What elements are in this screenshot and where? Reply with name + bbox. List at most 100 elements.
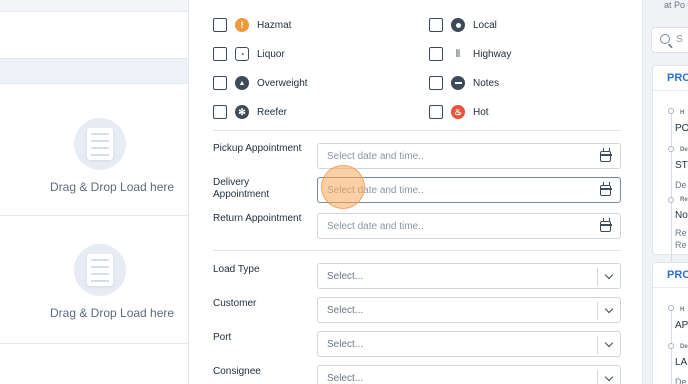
consignee-label: Consignee — [213, 366, 261, 377]
checkbox[interactable] — [213, 47, 227, 61]
card-row-label: H — [680, 307, 685, 313]
filter-overweight[interactable]: ▲ Overweight — [213, 76, 308, 90]
card-row-value: ST — [675, 160, 688, 171]
checkbox[interactable] — [429, 18, 443, 32]
consignee-select[interactable]: Select... — [317, 365, 621, 384]
port-select[interactable]: Select... — [317, 331, 621, 357]
filter-liquor[interactable]: ◔ Liquor — [213, 47, 285, 61]
pickup-appointment-input[interactable]: Select date and time.. — [317, 143, 621, 169]
left-section-band — [0, 58, 200, 84]
field-placeholder: Select date and time.. — [327, 221, 424, 232]
filter-label: Highway — [473, 48, 512, 60]
divider — [0, 215, 200, 216]
filter-label: Liquor — [257, 48, 285, 60]
filter-label: Reefer — [257, 106, 288, 118]
checkbox[interactable] — [429, 47, 443, 61]
reefer-icon: ✻ — [235, 105, 249, 119]
card-row-label: De — [680, 147, 688, 153]
return-appointment-input[interactable]: Select date and time.. — [317, 213, 621, 239]
click-indicator — [321, 165, 365, 209]
select-value: Select... — [327, 339, 364, 350]
chevron-down-icon[interactable] — [604, 270, 614, 280]
document-icon — [74, 118, 126, 170]
card-header: PRO — [653, 263, 688, 288]
timeline-line — [671, 112, 672, 262]
select-value: Select... — [327, 373, 364, 384]
search-placeholder: S — [676, 34, 683, 45]
timeline-dot — [668, 146, 674, 152]
select-value: Select... — [327, 271, 364, 282]
chevron-down-icon[interactable] — [604, 304, 614, 314]
filter-highway[interactable]: ⦀ Highway — [429, 47, 511, 61]
filter-reefer[interactable]: ✻ Reefer — [213, 105, 287, 119]
section-divider — [213, 250, 621, 251]
document-icon — [74, 244, 126, 296]
drop-zone-label: Drag & Drop Load here — [50, 306, 175, 320]
timeline-dot — [668, 343, 674, 349]
load-card[interactable]: PRO H AP De LA De — [652, 262, 688, 384]
select-separator — [597, 370, 598, 384]
chevron-down-icon[interactable] — [604, 372, 614, 382]
checkbox[interactable] — [213, 105, 227, 119]
left-top-bar — [0, 0, 200, 12]
chevron-down-icon[interactable] — [604, 338, 614, 348]
liquor-icon: ◔ — [235, 47, 249, 61]
overweight-icon: ▲ — [235, 76, 249, 90]
card-row-value: AP — [675, 320, 688, 331]
search-icon — [660, 34, 670, 44]
filter-label: Notes — [473, 77, 500, 89]
local-icon — [451, 18, 465, 32]
search-input[interactable]: S — [651, 27, 688, 53]
filter-hazmat[interactable]: ! Hazmat — [213, 18, 291, 32]
customer-select[interactable]: Select... — [317, 297, 621, 323]
drop-zone-label: Drag & Drop Load here — [50, 180, 175, 194]
card-row-value: No — [675, 210, 688, 221]
card-row-value: LA — [675, 357, 688, 368]
divider — [0, 343, 200, 344]
filter-label: Overweight — [257, 77, 308, 89]
calendar-icon[interactable] — [599, 182, 612, 196]
filter-panel: ! Hazmat Local ◔ Liquor ⦀ Highway ▲ Over… — [188, 0, 643, 384]
timeline-dot — [668, 108, 674, 114]
highway-icon: ⦀ — [451, 47, 465, 61]
hazmat-icon: ! — [235, 18, 249, 32]
filter-notes[interactable]: Notes — [429, 76, 499, 90]
card-header: PRO — [653, 66, 688, 91]
card-row-text: Re — [675, 240, 687, 250]
select-separator — [597, 268, 598, 286]
delivery-appointment-label: Delivery Appointment — [213, 177, 270, 200]
section-divider — [213, 130, 621, 131]
timeline-dot — [668, 305, 674, 311]
card-row-label: De — [680, 344, 688, 350]
load-type-label: Load Type — [213, 264, 260, 275]
filter-local[interactable]: Local — [429, 18, 497, 32]
port-label: Port — [213, 332, 232, 343]
checkbox[interactable] — [213, 18, 227, 32]
hot-icon: ♨ — [451, 105, 465, 119]
card-row-value: PO — [675, 123, 688, 134]
checkbox[interactable] — [429, 105, 443, 119]
filter-label: Hot — [473, 106, 489, 118]
timeline-dot — [668, 197, 674, 203]
filter-label: Local — [473, 19, 497, 31]
right-top-text: at Po — [664, 0, 686, 10]
drop-zone[interactable]: Drag & Drop Load here — [0, 244, 200, 320]
load-type-select[interactable]: Select... — [317, 263, 621, 289]
card-row-text: Re — [675, 228, 687, 238]
field-placeholder: Select date and time.. — [327, 151, 424, 162]
load-card[interactable]: PRO H PO De ST De Re No Re Re — [652, 65, 688, 262]
customer-label: Customer — [213, 298, 257, 309]
calendar-icon[interactable] — [599, 218, 612, 232]
filter-label: Hazmat — [257, 19, 292, 31]
calendar-icon[interactable] — [599, 148, 612, 162]
checkbox[interactable] — [429, 76, 443, 90]
select-separator — [597, 302, 598, 320]
card-row-text: De — [675, 377, 687, 384]
notes-icon — [451, 76, 465, 90]
card-row-label: H — [680, 110, 685, 116]
card-row-label: Re — [680, 197, 688, 203]
drop-zone[interactable]: Drag & Drop Load here — [0, 118, 200, 194]
filter-hot[interactable]: ♨ Hot — [429, 105, 489, 119]
checkbox[interactable] — [213, 76, 227, 90]
select-value: Select... — [327, 305, 364, 316]
